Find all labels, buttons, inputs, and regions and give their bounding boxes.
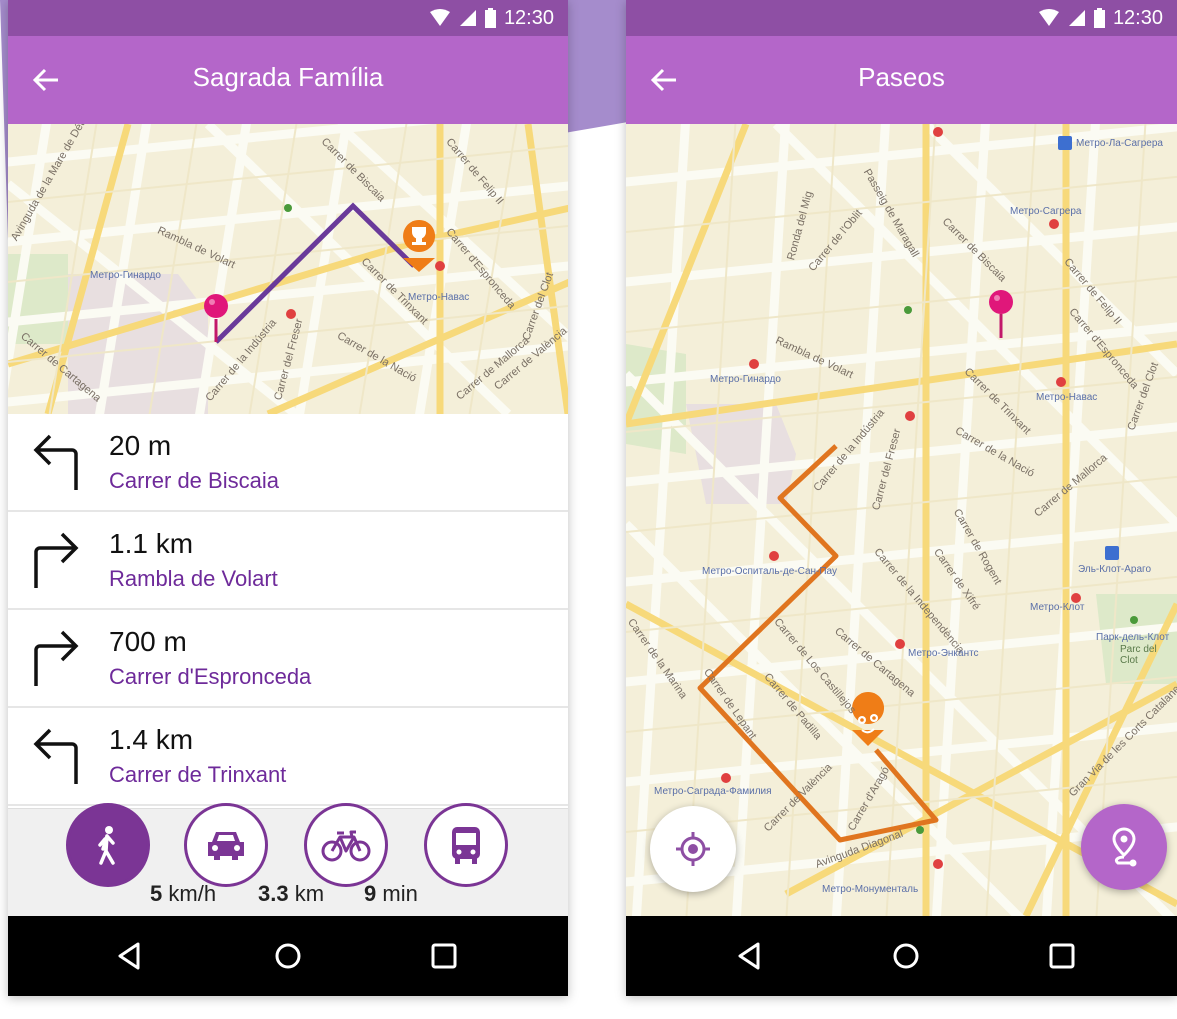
nav-recents-icon[interactable]	[1044, 938, 1080, 974]
time-stat: 9 min	[364, 881, 418, 907]
battery-icon	[1093, 8, 1105, 28]
status-bar: 12:30	[8, 0, 568, 36]
metro-station-label: Метро-Монументаль	[822, 884, 919, 895]
app-bar: Paseos	[626, 36, 1177, 124]
map-view[interactable]: Carrer de Biscaia Passeig de Maragall Ca…	[626, 124, 1177, 916]
left-turn-icon	[33, 728, 78, 784]
metro-station-label: Метро-Навас	[408, 292, 470, 303]
direction-street: Carrer de Biscaia	[109, 468, 279, 493]
signal-icon	[1068, 10, 1085, 26]
direction-distance: 700 m	[109, 626, 187, 657]
direction-distance: 1.4 km	[109, 724, 194, 755]
metro-station-label: Эль-Клот-Араго	[1078, 564, 1152, 575]
speed-stat: 5 km/h	[150, 881, 216, 907]
distance-unit: km	[294, 881, 325, 906]
walking-mode-button[interactable]	[66, 803, 150, 887]
direction-street: Carrer de Trinxant	[109, 762, 287, 787]
directions-list: 20 m Carrer de Biscaia 1.1 km Rambla de …	[8, 414, 568, 810]
speed-unit: km/h	[168, 881, 217, 906]
status-bar: 12:30	[626, 0, 1177, 36]
park-label: Парк-дель-Клот	[1096, 632, 1170, 643]
time-unit: min	[382, 881, 418, 906]
car-icon	[208, 832, 244, 860]
list-item[interactable]: 1.1 km Rambla de Volart	[8, 512, 568, 610]
nav-home-icon[interactable]	[888, 938, 924, 974]
time-value: 9	[364, 881, 377, 906]
app-bar: Sagrada Família	[8, 36, 568, 124]
distance-stat: 3.3 km	[258, 881, 324, 907]
my-location-button[interactable]	[650, 806, 736, 892]
direction-street: Carrer d'Espronceda	[109, 664, 312, 689]
speed-value: 5	[150, 881, 163, 906]
phone-screen-directions: 12:30 Sagrada Família Rambla de Volart C…	[8, 0, 568, 996]
wifi-icon	[1038, 9, 1059, 26]
metro-station-label: Метро-Саграда-Фамилия	[654, 786, 772, 797]
route-pin-button[interactable]	[1081, 804, 1167, 890]
metro-station-label: Метро-Гинардо	[90, 270, 161, 281]
signal-icon	[459, 10, 476, 26]
direction-distance: 20 m	[109, 430, 172, 461]
list-item[interactable]: 20 m Carrer de Biscaia	[8, 414, 568, 512]
bicycle-icon	[321, 830, 371, 862]
system-nav-bar	[8, 916, 568, 996]
status-time: 12:30	[1112, 6, 1163, 29]
list-item[interactable]: 700 m Carrer d'Espronceda	[8, 610, 568, 708]
nav-recents-icon[interactable]	[426, 938, 462, 974]
wifi-icon	[429, 9, 450, 26]
nav-back-icon[interactable]	[732, 938, 768, 974]
direction-distance: 1.1 km	[109, 528, 194, 559]
direction-street: Rambla de Volart	[109, 566, 278, 591]
status-time: 12:30	[503, 6, 554, 29]
park-label: Parc del Clot	[1120, 644, 1157, 666]
page-title: Sagrada Família	[192, 62, 384, 92]
metro-station-label: Метро-Навас	[1036, 392, 1098, 403]
transport-mode-bar: 5 km/h 3.3 km 9 min	[8, 803, 568, 917]
system-nav-bar	[626, 916, 1177, 996]
car-mode-button[interactable]	[184, 803, 268, 887]
bus-mode-button[interactable]	[424, 803, 508, 887]
right-turn-icon	[34, 532, 79, 588]
metro-station-label: Метро-Сагрера	[1010, 206, 1082, 217]
phone-screen-walks: 12:30 Paseos Carrer de Biscaia Passeig d…	[626, 0, 1177, 996]
metro-station-label: Метро-Оспиталь-де-Сан-Пау	[702, 566, 837, 577]
metro-station-label: Метро-Энкантс	[908, 648, 979, 659]
route-pin-icon	[1112, 827, 1137, 867]
metro-station-label: Метро-Гинардо	[710, 374, 781, 385]
nav-back-icon[interactable]	[112, 938, 148, 974]
right-turn-icon	[34, 630, 79, 686]
list-item[interactable]: 1.4 km Carrer de Trinxant	[8, 708, 568, 806]
bicycle-mode-button[interactable]	[304, 803, 388, 887]
walking-icon	[98, 826, 115, 865]
distance-value: 3.3	[258, 881, 289, 906]
crosshair-icon	[676, 832, 710, 866]
metro-station-label: Метро-Клот	[1030, 602, 1085, 613]
nav-home-icon[interactable]	[270, 938, 306, 974]
battery-icon	[484, 8, 496, 28]
bus-icon	[452, 827, 480, 864]
page-title: Paseos	[858, 62, 945, 92]
map-view[interactable]: Avinguda de la Mare de Déu de Montserrat…	[8, 124, 568, 414]
metro-station-label: Метро-Ла-Сагрера	[1076, 138, 1163, 149]
left-turn-icon	[33, 434, 78, 490]
